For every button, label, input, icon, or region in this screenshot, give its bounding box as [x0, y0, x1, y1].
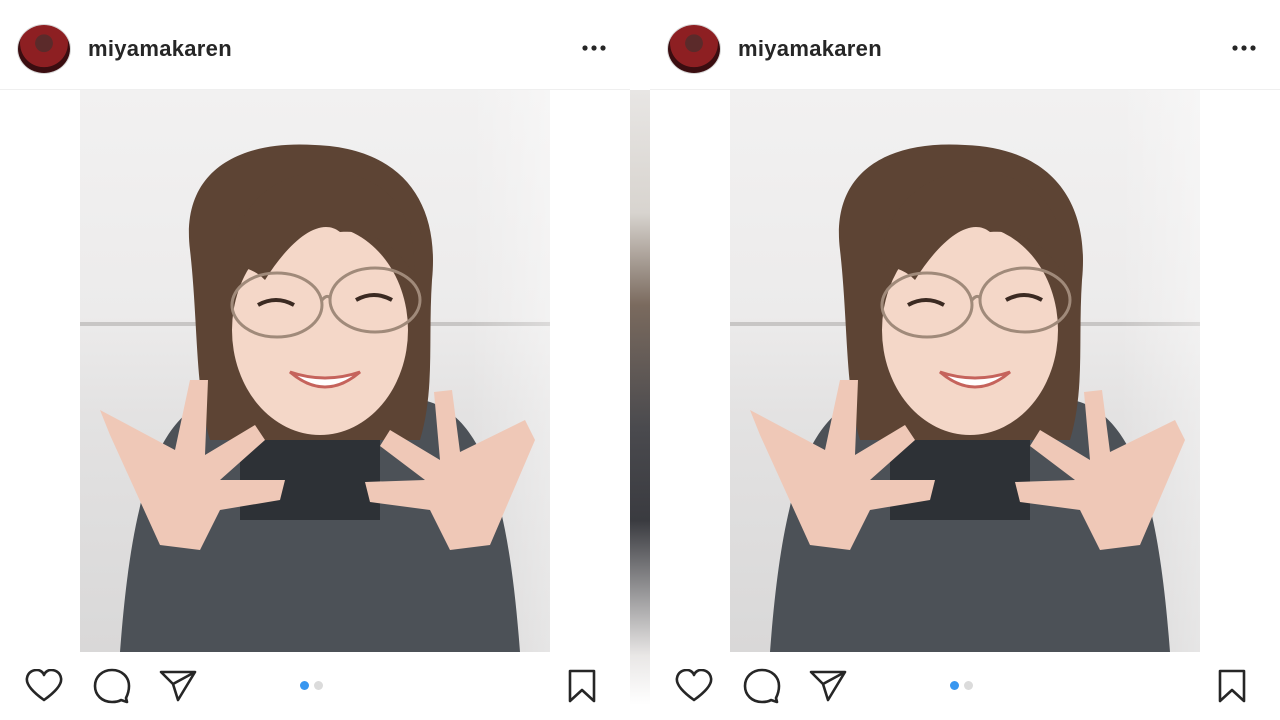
more-options-icon[interactable]	[1222, 30, 1266, 66]
carousel-dot-active	[950, 681, 959, 690]
carousel-dot	[964, 681, 973, 690]
paper-plane-icon[interactable]	[156, 666, 200, 706]
person-photo	[750, 144, 1185, 652]
person-photo	[100, 144, 535, 652]
paper-plane-icon[interactable]	[806, 666, 850, 706]
bookmark-icon[interactable]	[560, 666, 604, 706]
username[interactable]: miyamakaren	[738, 36, 882, 62]
adjacent-image-edge	[630, 90, 650, 705]
post-actions	[650, 652, 1280, 720]
instagram-post: miyamakaren	[0, 0, 630, 720]
post-header: miyamakaren	[650, 0, 1280, 90]
carousel-dot-active	[300, 681, 309, 690]
post-actions	[0, 652, 630, 720]
bookmark-icon[interactable]	[1210, 666, 1254, 706]
comment-icon[interactable]	[90, 666, 134, 706]
more-options-icon[interactable]	[572, 30, 616, 66]
post-photo[interactable]	[80, 90, 550, 652]
profile-avatar[interactable]	[18, 25, 70, 73]
heart-icon[interactable]	[672, 666, 716, 706]
heart-icon[interactable]	[22, 666, 66, 706]
carousel-indicator	[300, 681, 323, 690]
comment-icon[interactable]	[740, 666, 784, 706]
post-header: miyamakaren	[0, 0, 630, 90]
carousel-indicator	[950, 681, 973, 690]
username[interactable]: miyamakaren	[88, 36, 232, 62]
carousel-dot	[314, 681, 323, 690]
instagram-post: miyamakaren	[650, 0, 1280, 720]
profile-avatar[interactable]	[668, 25, 720, 73]
post-photo[interactable]	[730, 90, 1200, 652]
